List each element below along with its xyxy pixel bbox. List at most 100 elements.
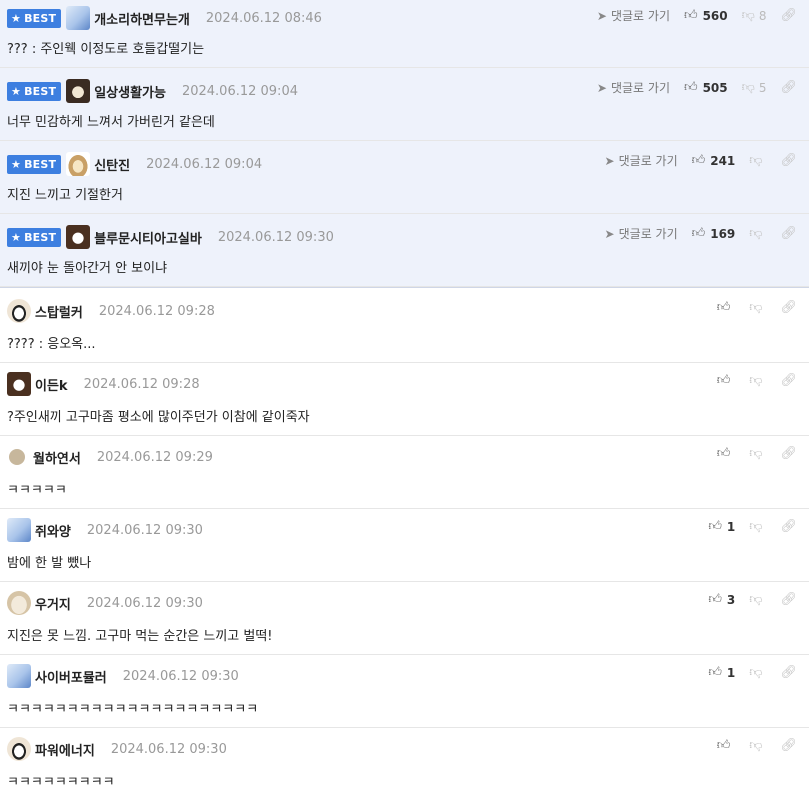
comment-date: 2024.06.12 09:30 xyxy=(122,668,239,684)
nickname[interactable]: 스탑럴커 xyxy=(35,302,83,321)
like-button[interactable]: 👍︎ xyxy=(717,738,736,753)
comment: 사이버포뮬러 2024.06.12 09:30 ㅋㅋㅋㅋㅋㅋㅋㅋㅋㅋㅋㅋㅋㅋㅋㅋ… xyxy=(0,655,809,728)
go-to-reply-link[interactable]: ➤ 댓글로 가기 xyxy=(597,79,670,96)
thumbs-up-icon: 👍︎ xyxy=(691,153,706,168)
nickname[interactable]: 월하연서 xyxy=(33,448,81,467)
go-to-reply-link[interactable]: ➤ 댓글로 가기 xyxy=(597,7,670,24)
best-label: BEST xyxy=(24,230,57,244)
comment: 이든k 2024.06.12 09:28 ?주인새끼 고구마좀 평소에 많이주던… xyxy=(0,363,809,436)
link-icon[interactable]: 🔗︎ xyxy=(780,665,797,680)
comment: 우거지 2024.06.12 09:30 지진은 못 느낌. 고구마 먹는 순간… xyxy=(0,582,809,655)
best-comment: ★ BEST 블루문시티아고실바 2024.06.12 09:30 새끼야 눈 돌… xyxy=(0,214,809,287)
comment-list: ★ BEST 개소리하면무는개 2024.06.12 08:46 ??? : 주인… xyxy=(0,0,809,798)
like-count: 1 xyxy=(726,665,736,680)
go-to-reply-link[interactable]: ➤ 댓글로 가기 xyxy=(605,152,678,169)
avatar[interactable] xyxy=(66,6,91,30)
comment-actions: 👍︎ 👎︎ 🔗︎ xyxy=(717,446,797,461)
best-label: BEST xyxy=(24,11,57,25)
like-count: 241 xyxy=(710,153,736,168)
thumbs-down-icon: 👎︎ xyxy=(749,519,763,534)
avatar[interactable] xyxy=(7,299,31,323)
link-icon[interactable]: 🔗︎ xyxy=(780,226,797,241)
star-icon: ★ xyxy=(11,84,22,98)
like-button[interactable]: 👍︎ xyxy=(717,373,736,388)
dislike-button[interactable]: 👎︎ xyxy=(749,665,766,680)
comment-text: 새끼야 눈 돌아간거 안 보이냐 xyxy=(7,261,168,276)
dislike-button[interactable]: 👎︎ 5 xyxy=(742,80,767,95)
like-button[interactable]: 👍︎ 169 xyxy=(692,226,736,241)
thumbs-down-icon: 👎︎ xyxy=(749,665,763,680)
avatar[interactable] xyxy=(7,372,31,396)
link-icon[interactable]: 🔗︎ xyxy=(780,373,797,388)
link-icon[interactable]: 🔗︎ xyxy=(780,153,797,168)
like-button[interactable]: 👍︎ 1 xyxy=(708,519,735,534)
dislike-button[interactable]: 👎︎ xyxy=(749,738,766,753)
avatar[interactable] xyxy=(7,737,31,761)
comment-date: 2024.06.12 09:30 xyxy=(110,741,227,757)
nickname[interactable]: 쥐와양 xyxy=(35,521,71,540)
avatar[interactable] xyxy=(9,449,25,465)
nickname[interactable]: 우거지 xyxy=(35,594,71,613)
like-count: 1 xyxy=(726,519,736,534)
like-count: 505 xyxy=(702,80,728,95)
dislike-button[interactable]: 👎︎ xyxy=(749,446,766,461)
comment-header: 이든k 2024.06.12 09:28 xyxy=(7,372,200,396)
avatar[interactable] xyxy=(66,225,91,249)
best-label: BEST xyxy=(24,157,57,171)
link-icon[interactable]: 🔗︎ xyxy=(780,446,797,461)
star-icon: ★ xyxy=(11,11,22,25)
avatar[interactable] xyxy=(66,79,91,103)
dislike-button[interactable]: 👎︎ xyxy=(749,592,766,607)
comment-text: ???? : 응오옥... xyxy=(7,337,96,352)
link-icon[interactable]: 🔗︎ xyxy=(780,519,797,534)
dislike-button[interactable]: 👎︎ xyxy=(749,300,766,315)
dislike-button[interactable]: 👎︎ xyxy=(749,519,766,534)
star-icon: ★ xyxy=(11,157,22,171)
nickname[interactable]: 일상생활가능 xyxy=(94,82,166,101)
like-button[interactable]: 👍︎ 560 xyxy=(684,8,728,23)
dislike-button[interactable]: 👎︎ xyxy=(749,226,766,241)
dislike-button[interactable]: 👎︎ xyxy=(749,153,766,168)
like-button[interactable]: 👍︎ 241 xyxy=(692,153,736,168)
like-button[interactable]: 👍︎ xyxy=(717,446,736,461)
best-comment: ★ BEST 신탄진 2024.06.12 09:04 지진 느끼고 기절한거 ➤… xyxy=(0,141,809,214)
comment-text: 지진은 못 느낌. 고구마 먹는 순간은 느끼고 벌떡! xyxy=(7,629,273,644)
best-badge: ★ BEST xyxy=(7,154,62,174)
link-icon[interactable]: 🔗︎ xyxy=(780,8,797,23)
reply-label: 댓글로 가기 xyxy=(610,81,670,95)
nickname[interactable]: 신탄진 xyxy=(94,155,130,174)
link-icon[interactable]: 🔗︎ xyxy=(780,80,797,95)
avatar[interactable] xyxy=(7,518,31,542)
nickname[interactable]: 개소리하면무는개 xyxy=(94,9,190,28)
go-to-reply-link[interactable]: ➤ 댓글로 가기 xyxy=(605,225,678,242)
best-comment: ★ BEST 일상생활가능 2024.06.12 09:04 너무 민감하게 느껴… xyxy=(0,68,809,141)
thumbs-up-icon: 👍︎ xyxy=(708,592,722,607)
like-button[interactable]: 👍︎ 3 xyxy=(708,592,735,607)
thumbs-up-icon: 👍︎ xyxy=(691,226,706,241)
link-icon[interactable]: 🔗︎ xyxy=(780,738,797,753)
best-badge: ★ BEST xyxy=(7,81,62,101)
link-icon[interactable]: 🔗︎ xyxy=(780,592,797,607)
nickname[interactable]: 블루문시티아고실바 xyxy=(94,228,202,247)
dislike-button[interactable]: 👎︎ 8 xyxy=(742,8,767,23)
nickname[interactable]: 파워에너지 xyxy=(35,740,95,759)
comment-text: 지진 느끼고 기절한거 xyxy=(7,188,123,203)
arrow-icon: ➤ xyxy=(596,8,607,23)
nickname[interactable]: 사이버포뮬러 xyxy=(35,667,107,686)
thumbs-up-icon: 👍︎ xyxy=(716,446,731,461)
thumbs-down-icon: 👎︎ xyxy=(741,80,755,95)
avatar[interactable] xyxy=(7,664,31,688)
comment-actions: 👍︎ 1 👎︎ 🔗︎ xyxy=(708,665,797,680)
like-button[interactable]: 👍︎ 505 xyxy=(684,80,728,95)
best-label: BEST xyxy=(24,84,57,98)
nickname[interactable]: 이든k xyxy=(35,375,68,394)
like-button[interactable]: 👍︎ xyxy=(717,300,736,315)
link-icon[interactable]: 🔗︎ xyxy=(780,300,797,315)
avatar[interactable] xyxy=(7,591,31,615)
comment-date: 2024.06.12 09:04 xyxy=(181,83,298,99)
like-button[interactable]: 👍︎ 1 xyxy=(708,665,735,680)
dislike-button[interactable]: 👎︎ xyxy=(749,373,766,388)
arrow-icon: ➤ xyxy=(604,153,615,168)
comment-date: 2024.06.12 09:28 xyxy=(83,376,200,392)
avatar[interactable] xyxy=(66,152,91,176)
